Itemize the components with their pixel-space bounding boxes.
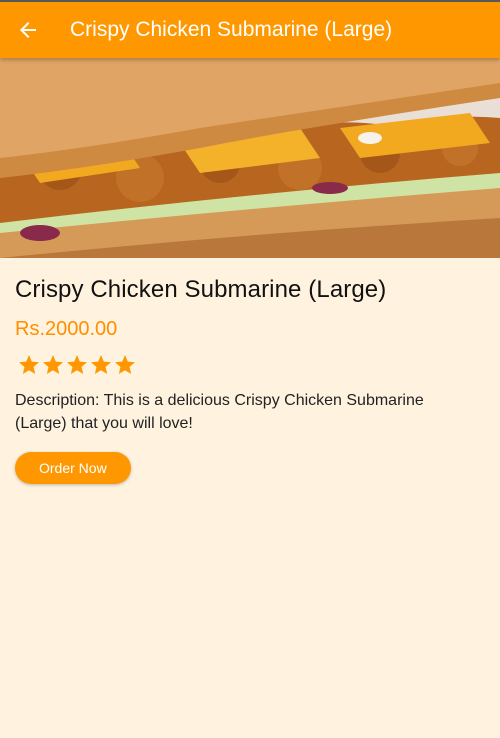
app-bar-title: Crispy Chicken Submarine (Large) xyxy=(70,18,393,41)
product-title: Crispy Chicken Submarine (Large) xyxy=(15,276,387,303)
rating-stars xyxy=(17,353,485,377)
arrow-back-icon xyxy=(20,22,36,38)
product-details: Crispy Chicken Submarine (Large) Rs.2000… xyxy=(0,276,500,484)
product-image xyxy=(0,58,500,258)
star-icon xyxy=(67,355,87,374)
star-icon xyxy=(115,355,135,374)
product-description: Description: This is a delicious Crispy … xyxy=(15,392,424,432)
star-icon xyxy=(19,355,39,374)
star-icon xyxy=(91,355,111,374)
star-icon xyxy=(43,355,63,374)
order-now-button[interactable]: Order Now xyxy=(15,452,131,484)
back-button[interactable] xyxy=(0,2,56,58)
app-bar: Crispy Chicken Submarine (Large) xyxy=(0,2,500,58)
product-price: Rs.2000.00 xyxy=(15,318,118,340)
